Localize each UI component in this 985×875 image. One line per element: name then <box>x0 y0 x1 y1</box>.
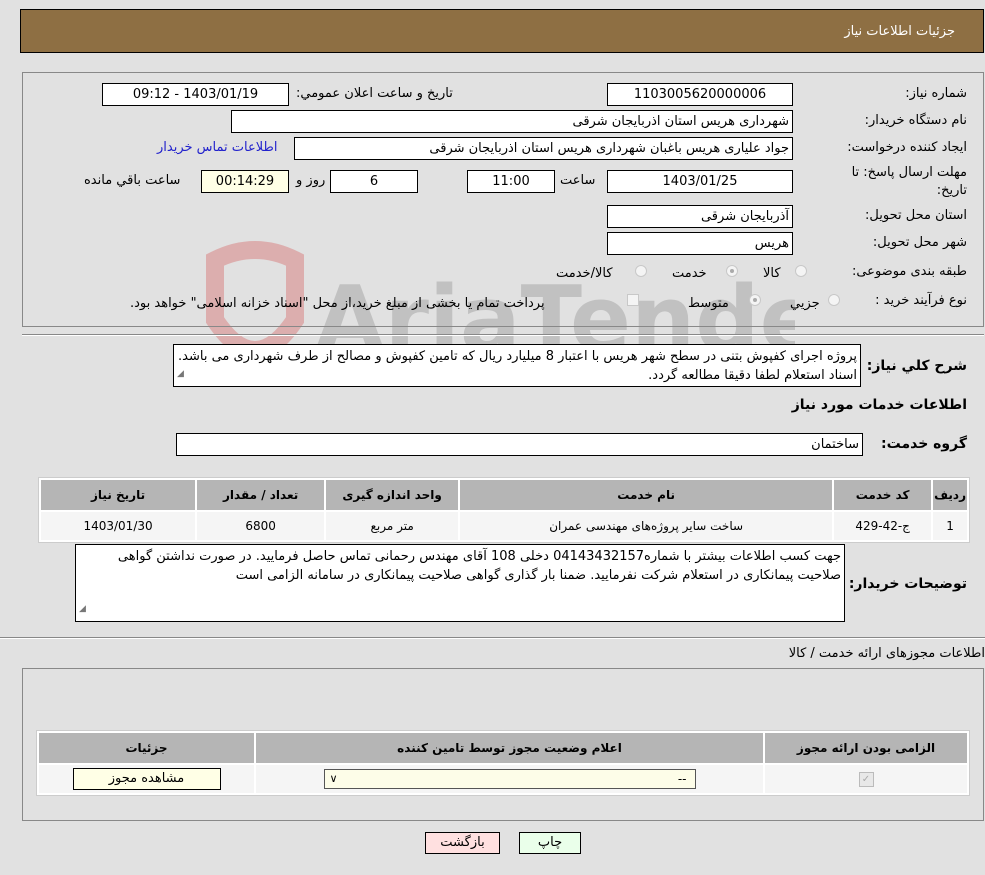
col-unit: واحد اندازه گیری <box>326 480 459 510</box>
col-row-number: ردیف <box>933 480 967 510</box>
cell-unit: متر مربع <box>326 512 459 540</box>
category-radio-goods[interactable] <box>795 265 807 277</box>
deadline-label-2: تاریخ: <box>936 183 967 198</box>
permit-status-value: -- <box>677 772 687 786</box>
announce-date-field: 1403/01/19 - 09:12 <box>102 83 289 106</box>
buyer-notes-textarea[interactable]: جهت کسب اطلاعات بیشتر با شماره0414343215… <box>75 544 845 622</box>
col-service-name: نام خدمت <box>460 480 833 510</box>
buyer-notes-text: جهت کسب اطلاعات بیشتر با شماره0414343215… <box>117 549 841 583</box>
process-radio-medium[interactable] <box>749 294 761 306</box>
process-label: نوع فرآیند خرید : <box>875 293 967 308</box>
category-option-goods: کالا <box>763 266 781 281</box>
col-service-code: کد خدمت <box>834 480 932 510</box>
col-permit-required: الزامی بودن ارائه مجوز <box>765 733 967 763</box>
table-row: ✓ -- ∨ مشاهده مجوز <box>39 765 967 793</box>
service-group-field: ساختمان <box>176 433 863 456</box>
days-label: روز و <box>296 173 326 188</box>
back-button[interactable]: بازگشت <box>425 832 500 854</box>
page-header: جزئیات اطلاعات نیاز <box>20 9 984 53</box>
process-radio-minor[interactable] <box>828 294 840 306</box>
summary-text: پروژه اجرای کفپوش بتنی در سطح شهر هریس ب… <box>178 349 857 383</box>
category-radio-goods-service[interactable] <box>635 265 647 277</box>
deadline-label: مهلت ارسال پاسخ: تا <box>851 165 967 180</box>
creator-label: ایجاد کننده درخواست: <box>847 140 967 155</box>
page-title: جزئیات اطلاعات نیاز <box>844 24 955 39</box>
process-option-minor: جزيي <box>790 296 820 311</box>
divider <box>0 637 985 639</box>
cell-quantity: 6800 <box>197 512 325 540</box>
buyer-notes-label: توضیحات خریدار: <box>848 576 967 592</box>
divider <box>22 334 984 336</box>
col-permit-status: اعلام وضعیت مجوز توسط تامین کننده <box>256 733 763 763</box>
category-option-goods-service: کالا/خدمت <box>556 266 613 281</box>
cell-service-code: ج-42-429 <box>834 512 932 540</box>
service-group-label: گروه خدمت: <box>881 436 967 452</box>
view-permit-button[interactable]: مشاهده مجوز <box>72 768 221 790</box>
remaining-days-field: 6 <box>330 170 418 193</box>
province-field: آذربایجان شرقی <box>607 205 793 228</box>
buyer-contact-link[interactable]: اطلاعات تماس خریدار <box>157 140 277 155</box>
province-label: استان محل تحویل: <box>865 208 967 223</box>
treasury-checkbox[interactable] <box>627 294 639 306</box>
buyer-org-label: نام دستگاه خریدار: <box>864 113 967 128</box>
deadline-date-field: 1403/01/25 <box>607 170 793 193</box>
print-button[interactable]: چاپ <box>519 832 581 854</box>
cell-row-number: 1 <box>933 512 967 540</box>
cell-permit-required: ✓ <box>765 765 967 793</box>
summary-label: شرح کلي نیاز: <box>866 358 967 374</box>
need-number-label: شماره نیاز: <box>905 86 967 101</box>
resize-handle-icon[interactable]: ◢ <box>79 600 86 619</box>
cell-need-date: 1403/01/30 <box>41 512 196 540</box>
process-option-medium: متوسط <box>688 296 729 311</box>
need-number-field: 1103005620000006 <box>607 83 793 106</box>
services-title: اطلاعات خدمات مورد نیاز <box>791 397 967 413</box>
category-label: طبقه بندی موضوعی: <box>851 264 967 279</box>
col-quantity: تعداد / مقدار <box>197 480 325 510</box>
resize-handle-icon[interactable]: ◢ <box>177 365 184 384</box>
remaining-label: ساعت باقي مانده <box>84 173 181 188</box>
services-table: ردیف کد خدمت نام خدمت واحد اندازه گیری ت… <box>38 477 970 543</box>
permits-title: اطلاعات مجوزهای ارائه خدمت / کالا <box>788 646 985 661</box>
city-field: هریس <box>607 232 793 255</box>
permits-table-header: الزامی بودن ارائه مجوز اعلام وضعیت مجوز … <box>39 733 967 763</box>
buyer-org-field: شهرداری هریس استان اذربایجان شرقی <box>231 110 793 133</box>
summary-textarea[interactable]: پروژه اجرای کفپوش بتنی در سطح شهر هریس ب… <box>173 344 861 387</box>
deadline-time-label: ساعت <box>560 173 596 188</box>
creator-field: جواد علیاری هریس باغبان شهرداری هریس است… <box>294 137 793 160</box>
treasury-text: پرداخت تمام یا بخشی از مبلغ خرید،از محل … <box>130 296 545 311</box>
permit-status-select[interactable]: -- ∨ <box>323 769 696 789</box>
cell-permit-details: مشاهده مجوز <box>39 765 254 793</box>
col-need-date: تاریخ نیاز <box>41 480 196 510</box>
city-label: شهر محل تحویل: <box>872 235 967 250</box>
chevron-down-icon: ∨ <box>329 772 338 785</box>
table-row: 1 ج-42-429 ساخت سایر پروژه‌های مهندسی عم… <box>41 512 967 540</box>
category-radio-service[interactable] <box>726 265 738 277</box>
services-table-header: ردیف کد خدمت نام خدمت واحد اندازه گیری ت… <box>41 480 967 510</box>
announce-date-label: تاریخ و ساعت اعلان عمومي: <box>296 86 453 101</box>
permits-table: الزامی بودن ارائه مجوز اعلام وضعیت مجوز … <box>36 730 970 796</box>
permit-required-checkbox[interactable]: ✓ <box>858 772 874 787</box>
remaining-time-field: 00:14:29 <box>201 170 289 193</box>
cell-service-name: ساخت سایر پروژه‌های مهندسی عمران <box>460 512 833 540</box>
col-permit-details: جزئیات <box>39 733 254 763</box>
cell-permit-status: -- ∨ <box>256 765 763 793</box>
deadline-time-field: 11:00 <box>467 170 555 193</box>
category-option-service: خدمت <box>672 266 707 281</box>
